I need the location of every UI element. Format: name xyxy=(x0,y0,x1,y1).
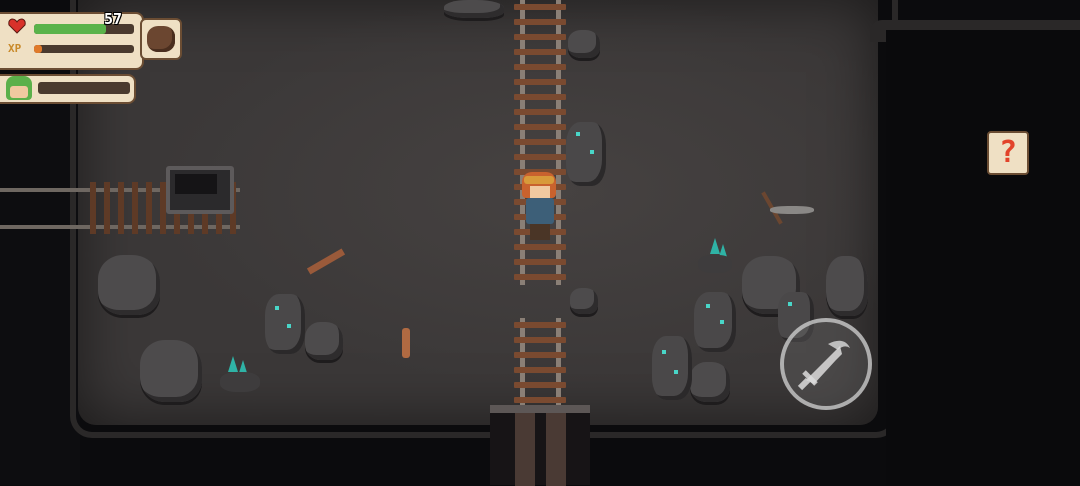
pet-portrait[interactable] xyxy=(140,18,182,60)
rock[interactable] xyxy=(444,0,504,18)
sword-attack-icon xyxy=(797,340,850,391)
ore-rock[interactable] xyxy=(694,292,736,352)
rail-tie xyxy=(514,154,566,160)
mine-exit-gate[interactable] xyxy=(490,405,590,485)
rail-tie xyxy=(514,274,566,280)
cave-void-right xyxy=(886,30,1080,485)
hp-value: 57 xyxy=(104,10,123,28)
ally-hp-bar xyxy=(38,82,130,94)
pickaxe-head[interactable] xyxy=(770,206,814,214)
xp-bar xyxy=(34,45,134,53)
gate-post xyxy=(546,408,566,486)
ore-rock[interactable] xyxy=(566,122,606,186)
gate-post xyxy=(515,408,535,486)
rail-tie xyxy=(514,259,566,265)
player-goggles xyxy=(524,176,554,184)
xp-label: XP xyxy=(8,42,22,55)
rail-tie xyxy=(514,352,566,358)
gate-beam xyxy=(490,405,590,413)
player-legs xyxy=(530,224,550,240)
rail-tie xyxy=(514,244,566,250)
xp-bar-fill xyxy=(34,45,42,53)
rail-tie xyxy=(514,139,566,145)
rail-tie xyxy=(514,124,566,130)
pet-icon xyxy=(147,26,175,52)
rail-tie xyxy=(514,322,566,328)
crystal-base xyxy=(698,255,732,273)
crystal-base xyxy=(220,372,260,392)
crystal-plant[interactable] xyxy=(228,356,238,372)
help-button[interactable]: ? xyxy=(987,131,1029,175)
rail-tie xyxy=(514,109,566,115)
player-body xyxy=(526,198,554,224)
rail-tie xyxy=(514,382,566,388)
rail-tie xyxy=(514,337,566,343)
ore-rock[interactable] xyxy=(265,294,305,354)
player-face xyxy=(530,186,550,198)
wood-stake[interactable] xyxy=(402,328,410,358)
rail-tie xyxy=(514,34,566,40)
heart-icon xyxy=(8,18,26,34)
ore-rock[interactable] xyxy=(652,336,692,400)
rail-tie xyxy=(514,19,566,25)
rail-tie xyxy=(514,64,566,70)
rock-small[interactable] xyxy=(568,30,600,58)
rock-cluster[interactable] xyxy=(140,340,202,402)
rock[interactable] xyxy=(305,322,343,360)
rail-tie xyxy=(514,397,566,403)
attack-button[interactable] xyxy=(780,318,872,410)
hp-bar-fill xyxy=(34,24,106,34)
rock-cluster[interactable] xyxy=(98,255,160,315)
rail-tie xyxy=(514,4,566,10)
rock-cluster[interactable] xyxy=(826,256,868,316)
ally-face xyxy=(10,86,28,98)
rail-tie xyxy=(514,367,566,373)
rail-tie xyxy=(514,79,566,85)
rail-tie xyxy=(514,49,566,55)
rock[interactable] xyxy=(690,362,730,402)
rock-small[interactable] xyxy=(570,288,598,314)
rail-tie xyxy=(514,94,566,100)
minecart-interior xyxy=(175,174,217,194)
cave-wall-left xyxy=(0,95,80,485)
